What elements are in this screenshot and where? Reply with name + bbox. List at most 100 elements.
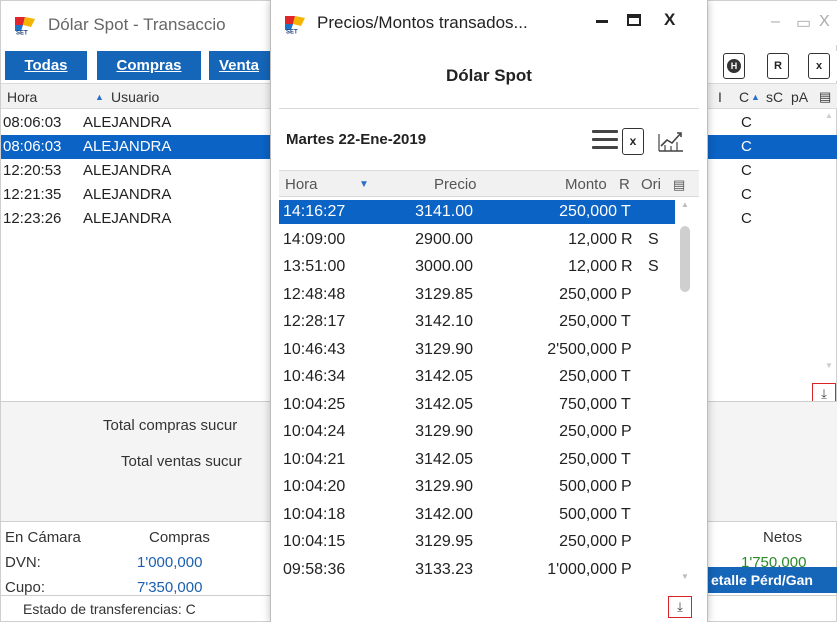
sort-ascending-icon: ▲ [751,92,760,102]
table-row[interactable]: 10:04:18 3142.00 500,000 T [279,503,675,527]
excel-export-icon[interactable]: x [808,53,830,79]
table-row[interactable]: 10:04:24 3129.90 250,000 P [279,420,675,444]
table-row[interactable]: 10:04:15 3129.95 250,000 P [279,530,675,554]
tab-ventas[interactable]: Venta [209,51,279,80]
cell-hora: 10:04:18 [283,505,346,523]
netos-label: Netos [763,529,803,546]
scroll-thumb[interactable] [680,226,690,292]
cell-monto: 500,000 [559,505,617,523]
cell-usuario: ALEJANDRA [83,210,172,227]
cell-usuario: ALEJANDRA [83,138,172,155]
scroll-down-icon[interactable]: ▼ [681,572,689,581]
cupo-label: Cupo: [5,579,46,596]
tab-todas[interactable]: Todas [5,51,87,80]
col-i[interactable]: I [718,89,722,105]
col-usuario[interactable]: Usuario [111,89,159,105]
table-row[interactable]: 09:58:36 3133.23 1'000,000 P [279,558,675,582]
popup-maximize-button[interactable] [627,14,641,26]
compras-label: Compras [149,529,210,546]
cell-precio: 3142.10 [415,313,473,330]
cell-r: P [621,285,632,303]
excel-export-icon[interactable]: x [622,128,644,155]
cell-hora: 14:16:27 [283,203,346,220]
scroll-down-icon[interactable]: ▼ [825,361,833,370]
hamburger-menu-icon[interactable] [592,130,618,149]
cell-monto: 12,000 [568,230,617,248]
cell-monto: 250,000 [559,450,617,468]
cell-monto: 750,000 [559,395,617,413]
scroll-up-icon[interactable]: ▲ [681,200,689,209]
col-r[interactable]: R [619,176,630,193]
line-chart-icon[interactable] [656,128,686,154]
tab-compras[interactable]: Compras [97,51,201,80]
col-sc[interactable]: sC [766,89,783,105]
cell-r: P [621,533,632,550]
cell-c: C [741,138,752,155]
precios-montos-popup: SET Precios/Montos transados... X Dólar … [270,0,708,622]
set-fx-logo-icon: SET [285,16,305,34]
h-report-icon[interactable]: H [723,53,745,79]
minimize-button[interactable]: – [771,13,780,31]
divider [279,108,699,109]
cell-precio: 3142.00 [415,505,473,523]
cell-precio: 2900.00 [415,230,473,248]
total-compras-label: Total compras sucur [103,417,238,434]
cupo-compras-value: 7'350,000 [137,579,203,596]
table-row[interactable]: 10:04:21 3142.05 250,000 T [279,448,675,472]
popup-vertical-scrollbar[interactable]: ▲ ▼ [675,198,695,596]
table-row[interactable]: 13:51:00 3000.00 12,000 R S [279,255,675,279]
cell-precio: 3129.90 [415,423,473,440]
cell-precio: 3133.23 [415,560,473,578]
cell-hora: 12:20:53 [3,162,62,179]
cell-precio: 3142.05 [415,368,473,385]
table-row-selected[interactable]: 14:16:27 3141.00 250,000 T [279,200,675,224]
cell-c: C [741,114,752,131]
table-row[interactable]: 10:04:20 3129.90 500,000 P [279,475,675,499]
col-ori[interactable]: Ori [641,176,661,193]
cell-hora: 08:06:03 [3,138,62,155]
cell-precio: 3129.85 [415,285,473,303]
table-row[interactable]: 10:46:43 3129.90 2'500,000 P [279,338,675,362]
table-row[interactable]: 12:28:17 3142.10 250,000 T [279,310,675,334]
cell-hora: 12:23:26 [3,210,62,227]
table-row[interactable]: 14:09:00 2900.00 12,000 R S [279,228,675,252]
col-hora[interactable]: Hora [7,89,37,105]
background-vertical-scrollbar[interactable]: ▲ ▼ [821,111,837,391]
column-chooser-icon[interactable]: ▤ [819,89,831,105]
cell-precio: 3129.90 [415,478,473,495]
r-report-icon[interactable]: R [767,53,789,79]
table-row[interactable]: 10:46:34 3142.05 250,000 T [279,365,675,389]
column-chooser-icon[interactable]: ▤ [673,177,685,193]
col-hora[interactable]: Hora [285,176,318,193]
col-monto[interactable]: Monto [565,176,607,193]
cell-precio: 3142.05 [415,395,473,413]
svg-text:SET: SET [16,31,28,36]
cell-r: T [621,395,631,413]
table-row[interactable]: 12:48:48 3129.85 250,000 P [279,283,675,307]
cell-r: T [621,313,631,330]
total-ventas-label: Total ventas sucur [121,453,242,470]
download-icon[interactable]: ⤓ [668,596,692,618]
detalle-perdidas-ganancias-button[interactable]: etalle Pérd/Gan [707,567,837,593]
cell-c: C [741,162,752,179]
cell-hora: 10:46:34 [283,368,346,385]
popup-close-button[interactable]: X [664,10,675,30]
cell-hora: 13:51:00 [283,258,346,275]
maximize-button[interactable]: ▭ [796,13,811,33]
close-button[interactable]: X [819,13,830,31]
table-row[interactable]: 10:04:25 3142.05 750,000 T [279,393,675,417]
cell-monto: 500,000 [559,478,617,495]
cell-monto: 250,000 [559,285,617,303]
cell-r: T [621,203,631,220]
col-c[interactable]: C [739,89,749,105]
cell-monto: 250,000 [559,313,617,330]
window-title: Dólar Spot - Transaccio [48,15,226,34]
cell-r: T [621,505,631,523]
cell-precio: 3129.90 [415,340,473,358]
col-pa[interactable]: pA [791,89,808,105]
col-precio[interactable]: Precio [434,176,477,193]
cell-hora: 10:04:25 [283,395,346,413]
scroll-up-icon[interactable]: ▲ [825,111,833,120]
popup-minimize-button[interactable] [596,20,608,23]
cell-hora: 12:48:48 [283,285,346,303]
